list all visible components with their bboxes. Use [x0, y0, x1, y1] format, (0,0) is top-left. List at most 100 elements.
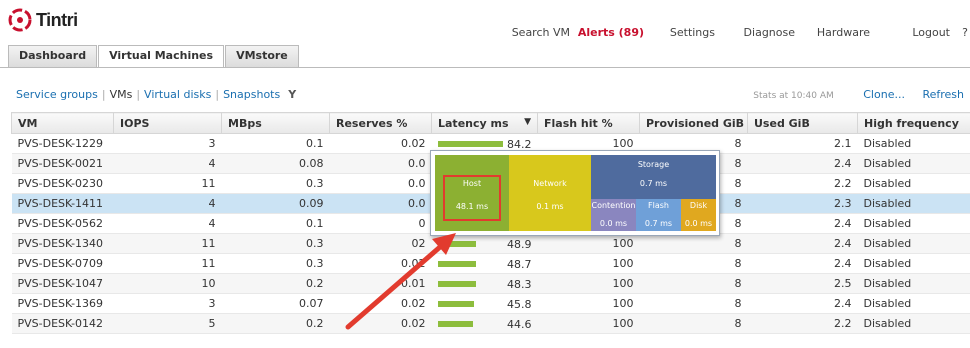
col-header-mbps[interactable]: MBps: [221, 112, 330, 134]
network-value: 0.1 ms: [536, 202, 564, 211]
table-row[interactable]: PVS-DESK-1340 11 0.3 02 48.9 100 8 2.4 Disabled: [11, 233, 970, 254]
cell-high-frequency: Disabled: [857, 193, 970, 214]
col-header-high-frequency[interactable]: High frequency: [857, 112, 970, 134]
table-row[interactable]: PVS-DESK-0709 11 0.3 0.02 48.7 100 8 2.4 Disable…: [11, 253, 970, 274]
hardware-link[interactable]: Hardware: [817, 26, 870, 39]
cell-high-frequency: Disabled: [857, 253, 970, 274]
cell-mbps: 0.2: [221, 313, 330, 334]
cell-used: 2.3: [747, 193, 858, 214]
cell-used: 2.4: [747, 233, 858, 254]
cell-iops: 3: [113, 133, 222, 154]
cell-high-frequency: Disabled: [857, 133, 970, 154]
cell-high-frequency: Disabled: [857, 313, 970, 334]
contention-label: Contention: [591, 201, 636, 210]
diagnose-link[interactable]: Diagnose: [744, 26, 795, 39]
separator: |: [101, 88, 106, 101]
cell-iops: 11: [113, 233, 222, 254]
cell-high-frequency: Disabled: [857, 213, 970, 234]
cell-provisioned: 8: [639, 233, 748, 254]
cell-iops: 11: [113, 253, 222, 274]
col-header-iops[interactable]: IOPS: [113, 112, 222, 134]
cell-high-frequency: Disabled: [857, 173, 970, 194]
cell-vm: PVS-DESK-1047: [11, 273, 114, 294]
cell-mbps: 0.07: [221, 293, 330, 314]
cell-vm: PVS-DESK-0562: [11, 213, 114, 234]
refresh-button[interactable]: Refresh: [922, 88, 964, 101]
cell-used: 2.2: [747, 173, 858, 194]
cell-mbps: 0.3: [221, 173, 330, 194]
tab-virtual-machines[interactable]: Virtual Machines: [98, 45, 225, 67]
table-row[interactable]: PVS-DESK-1047 10 0.2 0.01 48.3 100 8 2.5 Disable…: [11, 273, 970, 294]
disk-latency-segment: Disk 0.0 ms: [681, 199, 716, 231]
contention-latency-segment: Contention 0.0 ms: [591, 199, 636, 231]
cell-iops: 4: [113, 153, 222, 174]
tintri-logo: Tintri: [8, 8, 78, 32]
col-header-reserves[interactable]: Reserves %: [329, 112, 432, 134]
cell-iops: 5: [113, 313, 222, 334]
cell-high-frequency: Disabled: [857, 293, 970, 314]
logout-link[interactable]: Logout: [912, 26, 950, 39]
cell-provisioned: 8: [639, 273, 748, 294]
latency-value: 45.8: [507, 298, 532, 311]
cell-iops: 4: [113, 213, 222, 234]
alerts-link[interactable]: Alerts (89): [578, 26, 644, 39]
cell-flash-hit: 100: [537, 293, 640, 314]
cell-flash-hit: 100: [537, 273, 640, 294]
top-bar: Tintri Search VM Alerts (89) Settings Di…: [0, 0, 970, 44]
cell-high-frequency: Disabled: [857, 273, 970, 294]
disk-label: Disk: [689, 201, 708, 210]
cell-mbps: 0.2: [221, 273, 330, 294]
cell-mbps: 0.3: [221, 233, 330, 254]
col-header-provisioned[interactable]: Provisioned GiB: [639, 112, 748, 134]
col-header-latency[interactable]: Latency ms ▼: [431, 112, 538, 134]
flash-label: Flash: [648, 201, 669, 210]
cell-flash-hit: 100: [537, 313, 640, 334]
cell-vm: PVS-DESK-0230: [11, 173, 114, 194]
help-link[interactable]: ?: [962, 26, 968, 39]
settings-link[interactable]: Settings: [670, 26, 715, 39]
storage-latency-segment: Storage 0.7 ms: [591, 155, 716, 199]
table-header-row: VM IOPS MBps Reserves % Latency ms ▼ Flas…: [11, 112, 970, 134]
latency-value: 48.3: [507, 278, 532, 291]
tab-dashboard[interactable]: Dashboard: [8, 45, 98, 67]
col-header-flash-hit[interactable]: Flash hit %: [537, 112, 640, 134]
table-row[interactable]: PVS-DESK-1369 3 0.07 0.02 45.8 100 8 2.4 Disable…: [11, 293, 970, 314]
brand-name: Tintri: [36, 9, 78, 30]
latency-value: 48.7: [507, 258, 532, 271]
cell-used: 2.4: [747, 153, 858, 174]
latency-bar: [437, 141, 503, 147]
cell-mbps: 0.09: [221, 193, 330, 214]
latency-breakdown-tooltip: Host 48.1 ms Network 0.1 ms Storage 0.7 …: [430, 150, 720, 236]
tab-vmstore[interactable]: VMstore: [225, 45, 299, 67]
cell-reserves: 0.0: [329, 153, 432, 174]
cell-used: 2.4: [747, 293, 858, 314]
service-groups-link[interactable]: Service groups: [16, 88, 98, 101]
cell-vm: PVS-DESK-0709: [11, 253, 114, 274]
col-header-vm[interactable]: VM: [11, 112, 114, 134]
cell-reserves: 0.0: [329, 193, 432, 214]
cell-used: 2.4: [747, 253, 858, 274]
cell-flash-hit: 100: [537, 233, 640, 254]
latency-value: 48.9: [507, 238, 532, 251]
cell-vm: PVS-DESK-1369: [11, 293, 114, 314]
cell-vm: PVS-DESK-1340: [11, 233, 114, 254]
cell-used: 2.1: [747, 133, 858, 154]
table-row[interactable]: PVS-DESK-0142 5 0.2 0.02 44.6 100 8 2.2 Disabled: [11, 313, 970, 334]
tab-divider: [0, 67, 970, 68]
latency-value: 44.6: [507, 318, 532, 331]
col-header-latency-label: Latency ms: [438, 116, 509, 130]
cell-vm: PVS-DESK-0021: [11, 153, 114, 174]
virtual-disks-link[interactable]: Virtual disks: [144, 88, 211, 101]
filter-icon[interactable]: Y: [288, 88, 296, 101]
col-header-used[interactable]: Used GiB: [747, 112, 858, 134]
cell-mbps: 0.3: [221, 253, 330, 274]
annotation-arrow-icon: [345, 233, 456, 330]
clone-button[interactable]: Clone...: [863, 88, 905, 101]
snapshots-link[interactable]: Snapshots: [223, 88, 280, 101]
cell-mbps: 0.1: [221, 133, 330, 154]
main-tabs: Dashboard Virtual Machines VMstore: [8, 45, 300, 67]
flash-latency-segment: Flash 0.7 ms: [636, 199, 681, 231]
tintri-logo-icon: [8, 8, 32, 32]
search-vm-link[interactable]: Search VM: [512, 26, 570, 39]
vms-link[interactable]: VMs: [110, 88, 133, 101]
